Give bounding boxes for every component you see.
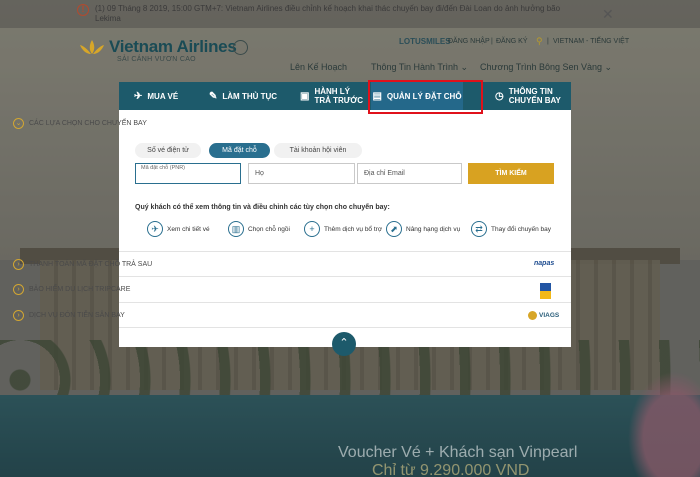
promo-headline: Voucher Vé + Khách sạn Vinpearl [338, 444, 578, 461]
change-flight-icon: ⇄ [471, 221, 487, 237]
register-link[interactable]: ĐĂNG KÝ [496, 38, 528, 45]
upgrade-link[interactable]: ⬈ Nâng hạng dịch vụ [386, 221, 460, 237]
viags-text: VIAGS [539, 312, 560, 320]
view-ticket-details-link[interactable]: ✈ Xem chi tiết vé [147, 221, 210, 237]
plus-icon: + [304, 221, 320, 237]
chevron-right-icon: › [13, 259, 24, 270]
skyteam-globe-icon [233, 40, 248, 55]
language-selector[interactable]: VIETNAM - TIẾNG VIỆT [553, 38, 629, 45]
luggage-icon: ▣ [300, 90, 310, 102]
napas-logo: napas [534, 260, 555, 267]
lotusmiles-link[interactable]: LOTUSMILES [399, 37, 451, 46]
tab-check-in[interactable]: ✎ LÀM THỦ TỤC [209, 82, 277, 110]
collapse-widget-button[interactable]: ⌃ [332, 332, 356, 356]
tab-label: LÀM THỦ TỤC [222, 91, 278, 101]
notice-bar: ! (1) 09 Tháng 8 2019, 15:00 GTM+7: Viet… [0, 0, 700, 28]
flight-options-header[interactable]: ⌄ CÁC LỰA CHỌN CHO CHUYẾN BAY [13, 118, 147, 129]
chevron-right-icon: › [13, 284, 24, 295]
search-button[interactable]: TÌM KIẾM [468, 163, 554, 184]
viags-logo: VIAGS [528, 311, 559, 320]
section-title: THANH TOÁN MÃ ĐẶT CHỖ TRẢ SAU [29, 261, 153, 268]
section-title: BẢO HIỂM DU LỊCH TRIPCARE [29, 286, 131, 293]
tripcare-logo-icon [540, 283, 551, 299]
subtab-member-account[interactable]: Tài khoản hội viên [274, 143, 362, 158]
options-info-text: Quý khách có thể xem thông tin và điều c… [135, 204, 390, 211]
clock-icon: ◷ [495, 90, 504, 102]
tab-buy-ticket[interactable]: ✈ MUA VÉ [134, 82, 178, 110]
pnr-label: Mã đặt chỗ (PNR) [141, 165, 186, 171]
chevron-right-icon: › [13, 310, 24, 321]
section-title: DỊCH VỤ ĐÓN TIỄN SÂN BAY [29, 312, 125, 319]
tab-label-line: CHUYẾN BAY [508, 96, 561, 105]
ticket-icon: ✎ [209, 90, 218, 102]
tab-label: MUA VÉ [147, 91, 179, 101]
payment-header[interactable]: › THANH TOÁN MÃ ĐẶT CHỖ TRẢ SAU [13, 259, 152, 270]
add-services-link[interactable]: + Thêm dịch vụ bổ trợ [304, 221, 382, 237]
subtab-e-ticket[interactable]: Số vé điện tử [135, 143, 201, 158]
option-label: Thêm dịch vụ bổ trợ [324, 225, 383, 233]
surname-placeholder: Họ [255, 170, 264, 177]
option-label: Xem chi tiết vé [167, 225, 210, 233]
nav-lotusmiles-program[interactable]: Chương Trình Bông Sen Vàng ⌄ [480, 62, 612, 73]
search-icon[interactable]: ⚲ [536, 36, 543, 47]
tab-label-line: HÀNH LÝ [314, 87, 351, 96]
option-label: Nâng hạng dịch vụ [406, 225, 461, 233]
highlight-box [368, 80, 483, 114]
chevron-down-icon: ⌄ [13, 118, 24, 129]
seat-icon: ▥ [228, 221, 244, 237]
alert-icon: ! [77, 4, 89, 16]
tab-label: HÀNH LÝ TRẢ TRƯỚC [314, 87, 363, 105]
viags-emblem-icon [528, 311, 537, 320]
airport-service-header[interactable]: › DỊCH VỤ ĐÓN TIỄN SÂN BAY [13, 310, 125, 321]
insurance-header[interactable]: › BẢO HIỂM DU LỊCH TRIPCARE [13, 284, 130, 295]
email-field[interactable]: Địa chỉ Email [357, 163, 462, 184]
logo-text[interactable]: Vietnam Airlines [109, 37, 237, 57]
payment-section[interactable] [119, 252, 571, 277]
promo-price: Chỉ từ 9.290.000 VND [372, 462, 530, 477]
email-placeholder: Địa chỉ Email [364, 170, 405, 177]
upgrade-icon: ⬈ [386, 221, 402, 237]
insurance-section[interactable] [119, 277, 571, 303]
option-label: Chọn chỗ ngồi [248, 225, 290, 233]
tab-prepaid-baggage[interactable]: ▣ HÀNH LÝ TRẢ TRƯỚC [300, 82, 363, 110]
close-icon[interactable]: ✕ [602, 7, 614, 21]
widget-tabs: ✈ MUA VÉ ✎ LÀM THỦ TỤC ▣ HÀNH LÝ TRẢ TRƯ… [119, 82, 571, 110]
option-label: Thay đổi chuyến bay [491, 225, 551, 233]
tab-flight-info[interactable]: ◷ THÔNG TIN CHUYẾN BAY [495, 82, 561, 110]
notice-text[interactable]: (1) 09 Tháng 8 2019, 15:00 GTM+7: Vietna… [95, 4, 565, 24]
airport-service-section[interactable] [119, 303, 571, 328]
subtab-booking-code[interactable]: Mã đặt chỗ [209, 143, 270, 158]
tab-label-line: TRẢ TRƯỚC [314, 96, 364, 105]
nav-travel-info[interactable]: Thông Tin Hành Trình ⌄ [371, 62, 468, 73]
pnr-field[interactable]: Mã đặt chỗ (PNR) [135, 163, 241, 184]
plane-ticket-icon: ✈ [147, 221, 163, 237]
login-link[interactable]: ĐĂNG NHẬP [448, 38, 490, 45]
tab-label-line: THÔNG TIN [508, 87, 553, 96]
change-flight-link[interactable]: ⇄ Thay đổi chuyến bay [471, 221, 551, 237]
divider: | [547, 38, 549, 45]
booking-widget: ✈ MUA VÉ ✎ LÀM THỦ TỤC ▣ HÀNH LÝ TRẢ TRƯ… [119, 82, 571, 347]
lotus-logo-icon [80, 40, 104, 54]
logo-tagline: SẢI CÁNH VƯƠN CAO [117, 56, 196, 63]
select-seat-link[interactable]: ▥ Chọn chỗ ngồi [228, 221, 290, 237]
surname-field[interactable]: Họ [248, 163, 355, 184]
tab-label: THÔNG TIN CHUYẾN BAY [509, 87, 561, 105]
section-title: CÁC LỰA CHỌN CHO CHUYẾN BAY [29, 120, 147, 127]
nav-plan[interactable]: Lên Kế Hoạch [290, 62, 347, 72]
divider: | [491, 38, 493, 45]
plane-icon: ✈ [134, 90, 143, 102]
